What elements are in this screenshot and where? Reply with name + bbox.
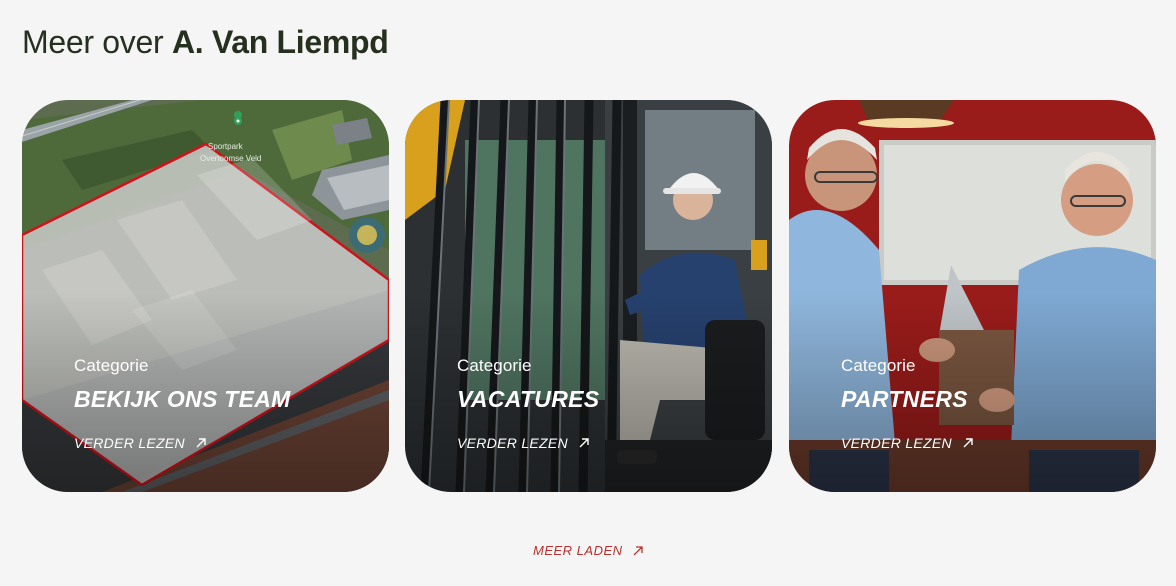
map-label-1: Sportpark: [208, 142, 244, 151]
category-cards: Sportpark Overtoomse Veld Categorie Beki…: [22, 100, 1156, 492]
read-more-label: VERDER LEZEN: [841, 435, 952, 451]
map-pin-icon: [234, 111, 243, 126]
card-title[interactable]: Bekijk ons team: [74, 386, 291, 413]
load-more-button[interactable]: MEER LADEN: [533, 543, 644, 558]
read-more-label: VERDER LEZEN: [74, 435, 185, 451]
arrow-up-right-icon: [963, 438, 973, 448]
map-label-2: Overtoomse Veld: [200, 154, 261, 163]
page-title-brand: A. Van Liempd: [171, 24, 389, 60]
card-title[interactable]: Partners: [841, 386, 974, 413]
arrow-up-right-icon: [579, 438, 589, 448]
card-content: Categorie Vacatures VERDER LEZEN: [457, 356, 599, 451]
page-title: Meer over A. Van Liempd: [22, 24, 389, 61]
card-vacatures[interactable]: Categorie Vacatures VERDER LEZEN: [405, 100, 772, 492]
page-title-prefix: Meer over: [22, 24, 164, 60]
load-more-label: MEER LADEN: [533, 543, 623, 558]
arrow-up-right-icon: [196, 438, 206, 448]
read-more-link[interactable]: VERDER LEZEN: [457, 435, 599, 451]
card-bekijk-ons-team[interactable]: Sportpark Overtoomse Veld Categorie Beki…: [22, 100, 389, 492]
card-category: Categorie: [841, 356, 916, 375]
card-content: Categorie Partners VERDER LEZEN: [841, 356, 974, 451]
card-partners[interactable]: Categorie Partners VERDER LEZEN: [789, 100, 1156, 492]
read-more-link[interactable]: VERDER LEZEN: [841, 435, 974, 451]
card-title[interactable]: Vacatures: [457, 386, 599, 413]
card-category: Categorie: [457, 356, 532, 375]
read-more-label: VERDER LEZEN: [457, 435, 568, 451]
card-content: Categorie Bekijk ons team VERDER LEZEN: [74, 356, 291, 451]
arrow-up-right-icon: [633, 545, 643, 555]
read-more-link[interactable]: VERDER LEZEN: [74, 435, 291, 451]
card-category: Categorie: [74, 356, 149, 375]
